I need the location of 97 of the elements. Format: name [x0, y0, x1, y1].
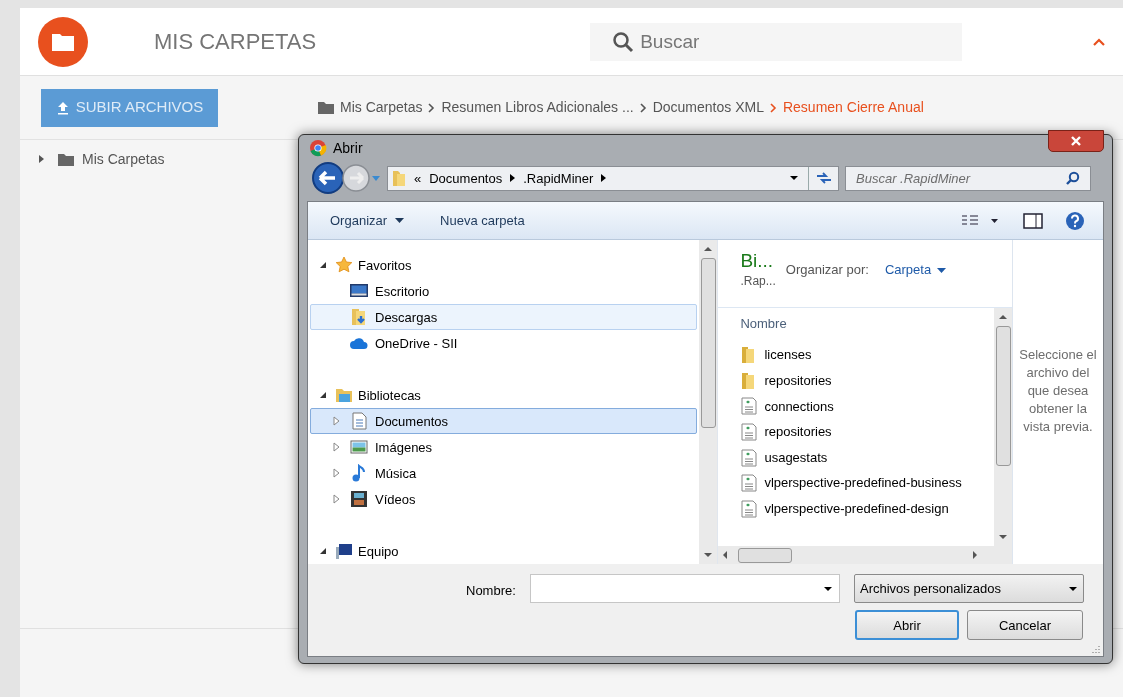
- upload-icon: [55, 100, 70, 115]
- expand-icon[interactable]: [36, 154, 46, 164]
- resize-grip-icon[interactable]: [1090, 643, 1100, 654]
- library-title: Bi...: [740, 250, 775, 273]
- page-title: MIS CARPETAS: [154, 28, 317, 56]
- search-field[interactable]: Buscar .RapidMiner: [845, 165, 1091, 191]
- scroll-down-icon[interactable]: [704, 552, 713, 559]
- breadcrumb-link[interactable]: Documentos XML: [652, 97, 764, 118]
- chevron-icon: [428, 102, 436, 113]
- open-button[interactable]: Abrir: [855, 610, 959, 641]
- back-button[interactable]: [311, 161, 345, 196]
- computer-icon: [335, 542, 353, 561]
- preview-message: Seleccione el archivo del que desea obtener la vista previa.: [1018, 346, 1098, 437]
- nav-item[interactable]: Descargas: [310, 304, 698, 331]
- scrollbar[interactable]: [994, 308, 1012, 565]
- file-item[interactable]: usagestats: [718, 444, 994, 471]
- preview-pane-icon[interactable]: [1023, 212, 1043, 229]
- collapse-icon[interactable]: [1092, 36, 1107, 47]
- arrange-label: Organizar por:: [785, 261, 869, 280]
- folder-icon: [318, 101, 334, 114]
- address-bar[interactable]: « Documentos .RapidMiner: [387, 165, 839, 191]
- music-note-icon: [350, 464, 368, 483]
- column-header[interactable]: Nombre: [718, 308, 994, 339]
- film-icon: [350, 490, 368, 509]
- file-item[interactable]: repositories: [718, 368, 994, 394]
- refresh-icon[interactable]: [815, 172, 832, 185]
- dropdown-icon[interactable]: [823, 585, 833, 592]
- nav-item[interactable]: Vídeos: [310, 486, 698, 513]
- filename-label: Nombre:: [466, 582, 516, 601]
- file-item[interactable]: repositories: [718, 419, 994, 445]
- chrome-logo-icon: [309, 139, 327, 158]
- library-subtitle: .Rap...: [740, 273, 776, 291]
- close-icon: [1070, 136, 1082, 147]
- breadcrumb-link[interactable]: Resumen Cierre Anual: [782, 97, 924, 118]
- scroll-thumb[interactable]: [700, 258, 716, 429]
- xml-file-icon: [740, 474, 759, 493]
- scroll-down-icon[interactable]: [999, 534, 1007, 541]
- chevron-icon: [769, 102, 777, 113]
- xml-file-icon: [740, 423, 759, 441]
- folder-icon: [392, 169, 406, 188]
- library-folder-icon: [335, 386, 353, 405]
- file-item[interactable]: vlperspective-predefined-business: [718, 470, 994, 496]
- image-icon: [350, 438, 368, 457]
- caret-icon: [937, 267, 947, 273]
- scroll-thumb[interactable]: [995, 326, 1011, 467]
- folder-icon: [58, 152, 74, 166]
- close-button[interactable]: [1048, 130, 1104, 153]
- folder-icon: [350, 308, 368, 327]
- dialog-title: Abrir: [333, 138, 363, 158]
- file-item[interactable]: connections: [718, 393, 994, 420]
- nav-item[interactable]: Música: [310, 460, 698, 487]
- folder-logo-icon: [38, 16, 88, 67]
- dropdown-icon[interactable]: [788, 174, 800, 183]
- file-type-dropdown[interactable]: Archivos personalizados: [854, 574, 1084, 604]
- scroll-up-icon[interactable]: [704, 246, 713, 253]
- document-icon: [350, 412, 368, 431]
- forward-button[interactable]: [341, 163, 371, 194]
- cancel-button[interactable]: Cancelar: [967, 610, 1083, 641]
- address-overflow: «: [414, 169, 422, 188]
- filename-field[interactable]: [530, 574, 840, 604]
- nav-item[interactable]: OneDrive - SII: [310, 330, 698, 357]
- scroll-up-icon[interactable]: [999, 314, 1007, 321]
- nav-item[interactable]: Documentos: [310, 408, 698, 435]
- chevron-icon: [639, 102, 647, 113]
- star-icon: [335, 256, 353, 275]
- search-icon: [1066, 171, 1080, 186]
- scroll-right-icon[interactable]: [972, 551, 978, 560]
- breadcrumb-link[interactable]: Resumen Libros Adicionales ...: [441, 97, 634, 118]
- xml-file-icon: [740, 499, 759, 518]
- search-input[interactable]: Buscar .RapidMiner: [846, 166, 1058, 190]
- horizontal-scrollbar[interactable]: [718, 546, 994, 565]
- file-item[interactable]: licenses: [718, 342, 994, 369]
- nav-item[interactable]: Escritorio: [310, 278, 698, 305]
- nav-group[interactable]: Bibliotecas: [358, 385, 421, 406]
- breadcrumb-link[interactable]: Mis Carpetas: [340, 97, 423, 118]
- search-icon: [612, 30, 635, 53]
- chevron-icon[interactable]: [601, 174, 607, 183]
- arrange-dropdown[interactable]: Carpeta: [884, 260, 947, 280]
- address-segment[interactable]: Documentos: [429, 168, 503, 189]
- nav-group[interactable]: Favoritos: [358, 255, 412, 276]
- scrollbar[interactable]: [699, 240, 718, 565]
- nav-group[interactable]: Equipo: [358, 541, 399, 562]
- view-options-icon[interactable]: [961, 213, 999, 228]
- dropdown-icon: [1068, 585, 1078, 592]
- xml-file-icon: [740, 448, 759, 467]
- nav-item[interactable]: Imágenes: [310, 434, 698, 461]
- toolbar-button[interactable]: Organizar: [330, 211, 405, 231]
- help-icon[interactable]: [1065, 210, 1085, 231]
- toolbar-button[interactable]: Nueva carpeta: [440, 211, 525, 231]
- chevron-icon[interactable]: [510, 174, 516, 183]
- caret-icon: [395, 218, 405, 224]
- scroll-thumb[interactable]: [738, 547, 793, 563]
- file-item[interactable]: vlperspective-predefined-design: [718, 496, 994, 522]
- tree-item[interactable]: Mis Carpetas: [82, 148, 165, 170]
- xml-file-icon: [740, 397, 759, 416]
- address-segment[interactable]: .RapidMiner: [523, 168, 594, 189]
- scroll-left-icon[interactable]: [722, 551, 729, 560]
